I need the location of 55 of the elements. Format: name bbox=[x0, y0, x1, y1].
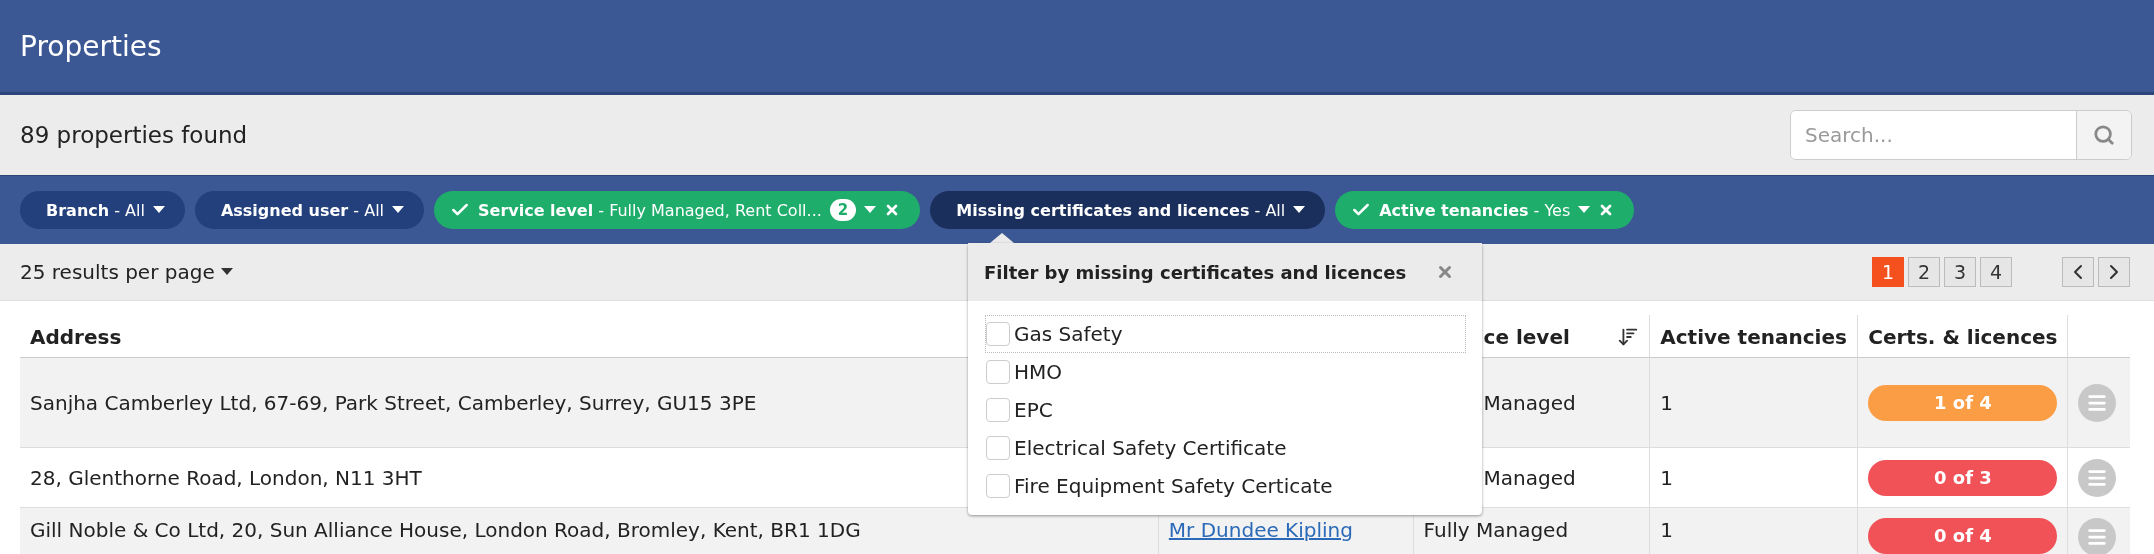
previous-page-button[interactable] bbox=[2062, 257, 2094, 287]
certs-status-pill: 0 of 3 bbox=[1868, 459, 2058, 496]
tenancies-cell: 1 bbox=[1660, 465, 1673, 490]
filter-chip[interactable]: Assigned user - All bbox=[194, 191, 424, 229]
checkbox[interactable] bbox=[986, 474, 1010, 498]
tenancies-cell: 1 bbox=[1660, 390, 1673, 415]
caret-icon bbox=[152, 206, 165, 214]
address-cell: Sanjha Camberley Ltd, 67-69, Park Street, Camberley, Surrey, GU15 3PE bbox=[30, 390, 757, 415]
page-button[interactable]: 3 bbox=[1944, 257, 1976, 287]
checkbox[interactable] bbox=[986, 398, 1010, 422]
checkbox-option[interactable]: Fire Equipment Safety Certicate bbox=[985, 467, 1466, 505]
caret-icon bbox=[1293, 206, 1306, 214]
filter-chip[interactable]: Missing certificates and licences - All bbox=[930, 191, 1326, 229]
address-cell: Gill Noble & Co Ltd, 20, Sun Alliance House, London Road, Bromley, Kent, BR1 1DG bbox=[30, 518, 861, 542]
column-header: Address bbox=[30, 325, 122, 349]
search-field[interactable]: Search... bbox=[1790, 110, 2132, 160]
checkbox-option[interactable]: Electrical Safety Certificate bbox=[985, 429, 1466, 467]
page-button[interactable]: 4 bbox=[1980, 257, 2012, 287]
row-menu-button[interactable] bbox=[2078, 458, 2117, 497]
row-menu-button[interactable] bbox=[2078, 383, 2117, 422]
checkbox-option[interactable]: Gas Safety bbox=[985, 315, 1466, 353]
count-badge: 2 bbox=[829, 199, 857, 221]
caret-icon bbox=[220, 268, 233, 276]
search-button[interactable] bbox=[2076, 111, 2131, 159]
service-level-cell: Managed bbox=[1483, 390, 1576, 415]
sort-icon[interactable] bbox=[1617, 326, 1640, 348]
page-title: Properties bbox=[20, 29, 162, 63]
next-page-button[interactable] bbox=[2098, 257, 2130, 287]
caret-icon bbox=[1578, 206, 1591, 214]
certs-status-pill: 0 of 4 bbox=[1868, 518, 2058, 554]
checkbox[interactable] bbox=[986, 322, 1010, 346]
page-button[interactable]: 2 bbox=[1908, 257, 1940, 287]
service-level-cell: Managed bbox=[1483, 465, 1576, 490]
owner-link[interactable]: Mr Dundee Kipling bbox=[1168, 518, 1353, 542]
column-header: ce level bbox=[1483, 325, 1570, 349]
column-header: Active tenancies bbox=[1660, 325, 1847, 349]
address-cell: 28, Glenthorne Road, London, N11 3HT bbox=[30, 465, 422, 490]
column-header: Certs. & licences bbox=[1868, 325, 2058, 349]
per-page-dropdown[interactable]: 25 results per page bbox=[20, 260, 233, 284]
popup-title: Filter by missing certificates and licences bbox=[984, 261, 1407, 283]
checkbox-option[interactable]: EPC bbox=[985, 391, 1466, 429]
service-level-cell: Fully Managed bbox=[1423, 518, 1569, 542]
row-menu-button[interactable] bbox=[2078, 518, 2117, 554]
caret-icon bbox=[864, 206, 877, 214]
tenancies-cell: 1 bbox=[1660, 518, 1673, 542]
search-icon bbox=[2093, 124, 2115, 146]
checkbox[interactable] bbox=[986, 436, 1010, 460]
results-count: 89 properties found bbox=[20, 122, 248, 148]
certs-status-pill: 1 of 4 bbox=[1868, 384, 2058, 421]
filter-chip[interactable]: Branch - All bbox=[20, 191, 185, 229]
checkbox-option[interactable]: HMO bbox=[985, 353, 1466, 391]
menu-icon bbox=[2086, 526, 2109, 548]
caret-icon bbox=[392, 206, 404, 214]
checkbox[interactable] bbox=[986, 360, 1010, 384]
close-button[interactable] bbox=[1436, 263, 1454, 281]
